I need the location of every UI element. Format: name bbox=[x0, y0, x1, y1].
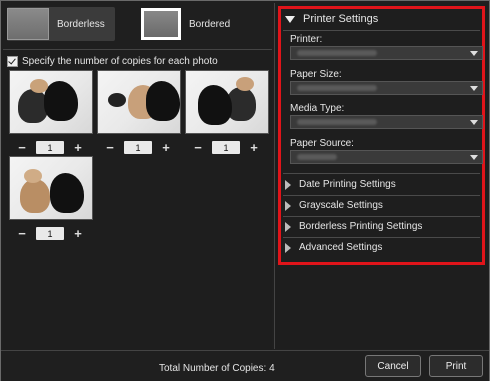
chevron-down-icon bbox=[470, 155, 478, 160]
bordered-option[interactable]: Bordered bbox=[141, 7, 230, 41]
photo-card: − 1 + bbox=[97, 70, 181, 155]
copies-input[interactable]: 1 bbox=[124, 141, 152, 154]
copies-input[interactable]: 1 bbox=[36, 141, 64, 154]
dog-image bbox=[108, 93, 126, 107]
blurred-value bbox=[297, 50, 377, 56]
bordered-thumbnail-icon bbox=[141, 8, 181, 40]
layout-selector: Borderless Bordered bbox=[3, 3, 272, 47]
chevron-down-icon bbox=[470, 51, 478, 56]
section-label: Grayscale Settings bbox=[299, 200, 383, 211]
borderless-label: Borderless bbox=[57, 18, 105, 30]
borderless-printing-settings-header[interactable]: Borderless Printing Settings bbox=[285, 221, 422, 232]
copies-input[interactable]: 1 bbox=[36, 227, 64, 240]
settings-panel: Printer Settings Printer: Paper Size: Me… bbox=[274, 3, 488, 349]
blurred-value bbox=[297, 154, 337, 160]
divider bbox=[283, 173, 480, 174]
dog-image bbox=[146, 81, 180, 121]
divider bbox=[283, 195, 480, 196]
divider bbox=[283, 30, 480, 31]
dog-image bbox=[50, 173, 84, 213]
decrement-button[interactable]: − bbox=[16, 226, 28, 241]
media-type-label: Media Type: bbox=[290, 103, 345, 114]
grayscale-settings-header[interactable]: Grayscale Settings bbox=[285, 200, 383, 211]
dog-image bbox=[24, 169, 42, 183]
footer-bar: Total Number of Copies: 4 Cancel Print bbox=[1, 350, 489, 381]
total-copies-label: Total Number of Copies: bbox=[159, 363, 267, 374]
media-type-select[interactable] bbox=[290, 115, 483, 129]
print-settings-window: Borderless Bordered Specify the number o… bbox=[0, 0, 490, 381]
bordered-label: Bordered bbox=[189, 18, 231, 30]
section-label: Advanced Settings bbox=[299, 242, 383, 253]
copies-input[interactable]: 1 bbox=[212, 141, 240, 154]
photo-thumbnail[interactable] bbox=[97, 70, 181, 134]
paper-source-label: Paper Source: bbox=[290, 138, 354, 149]
paper-source-select[interactable] bbox=[290, 150, 483, 164]
borderless-thumbnail-icon bbox=[7, 8, 49, 40]
divider bbox=[283, 237, 480, 238]
collapsed-triangle-icon bbox=[285, 200, 291, 211]
total-copies-value: 4 bbox=[269, 363, 275, 374]
dog-image bbox=[20, 179, 50, 213]
collapsed-triangle-icon bbox=[285, 221, 291, 232]
photo-copies-panel: Specify the number of copies for each ph… bbox=[3, 49, 272, 350]
photo-thumbnail[interactable] bbox=[9, 156, 93, 220]
photo-card: − 1 + bbox=[9, 70, 93, 155]
photo-card: − 1 + bbox=[9, 156, 93, 241]
increment-button[interactable]: + bbox=[248, 140, 260, 155]
photo-thumbnail[interactable] bbox=[185, 70, 269, 134]
date-printing-settings-header[interactable]: Date Printing Settings bbox=[285, 179, 396, 190]
section-label: Borderless Printing Settings bbox=[299, 221, 423, 232]
printer-settings-title: Printer Settings bbox=[303, 13, 379, 25]
total-copies: Total Number of Copies: 4 bbox=[159, 363, 275, 374]
paper-size-select[interactable] bbox=[290, 81, 483, 95]
increment-button[interactable]: + bbox=[160, 140, 172, 155]
print-button[interactable]: Print bbox=[429, 355, 483, 377]
blurred-value bbox=[297, 85, 377, 91]
blurred-value bbox=[297, 119, 377, 125]
advanced-settings-header[interactable]: Advanced Settings bbox=[285, 242, 382, 253]
copies-stepper: − 1 + bbox=[97, 140, 179, 155]
dog-image bbox=[44, 81, 78, 121]
decrement-button[interactable]: − bbox=[104, 140, 116, 155]
chevron-down-icon bbox=[470, 120, 478, 125]
dog-image bbox=[236, 77, 254, 91]
borderless-option[interactable]: Borderless bbox=[7, 7, 115, 41]
copies-stepper: − 1 + bbox=[9, 140, 91, 155]
dog-image bbox=[198, 85, 232, 125]
paper-size-label: Paper Size: bbox=[290, 69, 342, 80]
collapsed-triangle-icon bbox=[285, 179, 291, 190]
specify-copies-label: Specify the number of copies for each ph… bbox=[22, 56, 218, 67]
increment-button[interactable]: + bbox=[72, 140, 84, 155]
increment-button[interactable]: + bbox=[72, 226, 84, 241]
copies-stepper: − 1 + bbox=[9, 226, 91, 241]
chevron-down-icon bbox=[470, 86, 478, 91]
printer-label: Printer: bbox=[290, 34, 323, 45]
divider bbox=[283, 216, 480, 217]
printer-select[interactable] bbox=[290, 46, 483, 60]
collapsed-triangle-icon bbox=[285, 242, 291, 253]
cancel-button[interactable]: Cancel bbox=[365, 355, 421, 377]
specify-copies-checkbox[interactable]: Specify the number of copies for each ph… bbox=[7, 56, 218, 67]
expanded-triangle-icon bbox=[285, 15, 295, 23]
photo-card: − 1 + bbox=[185, 70, 269, 155]
decrement-button[interactable]: − bbox=[192, 140, 204, 155]
checkbox-checked-icon bbox=[7, 56, 18, 67]
photo-thumbnail[interactable] bbox=[9, 70, 93, 134]
decrement-button[interactable]: − bbox=[16, 140, 28, 155]
printer-settings-header[interactable]: Printer Settings bbox=[285, 13, 378, 25]
copies-stepper: − 1 + bbox=[185, 140, 267, 155]
section-label: Date Printing Settings bbox=[299, 179, 396, 190]
dog-image bbox=[30, 79, 48, 93]
